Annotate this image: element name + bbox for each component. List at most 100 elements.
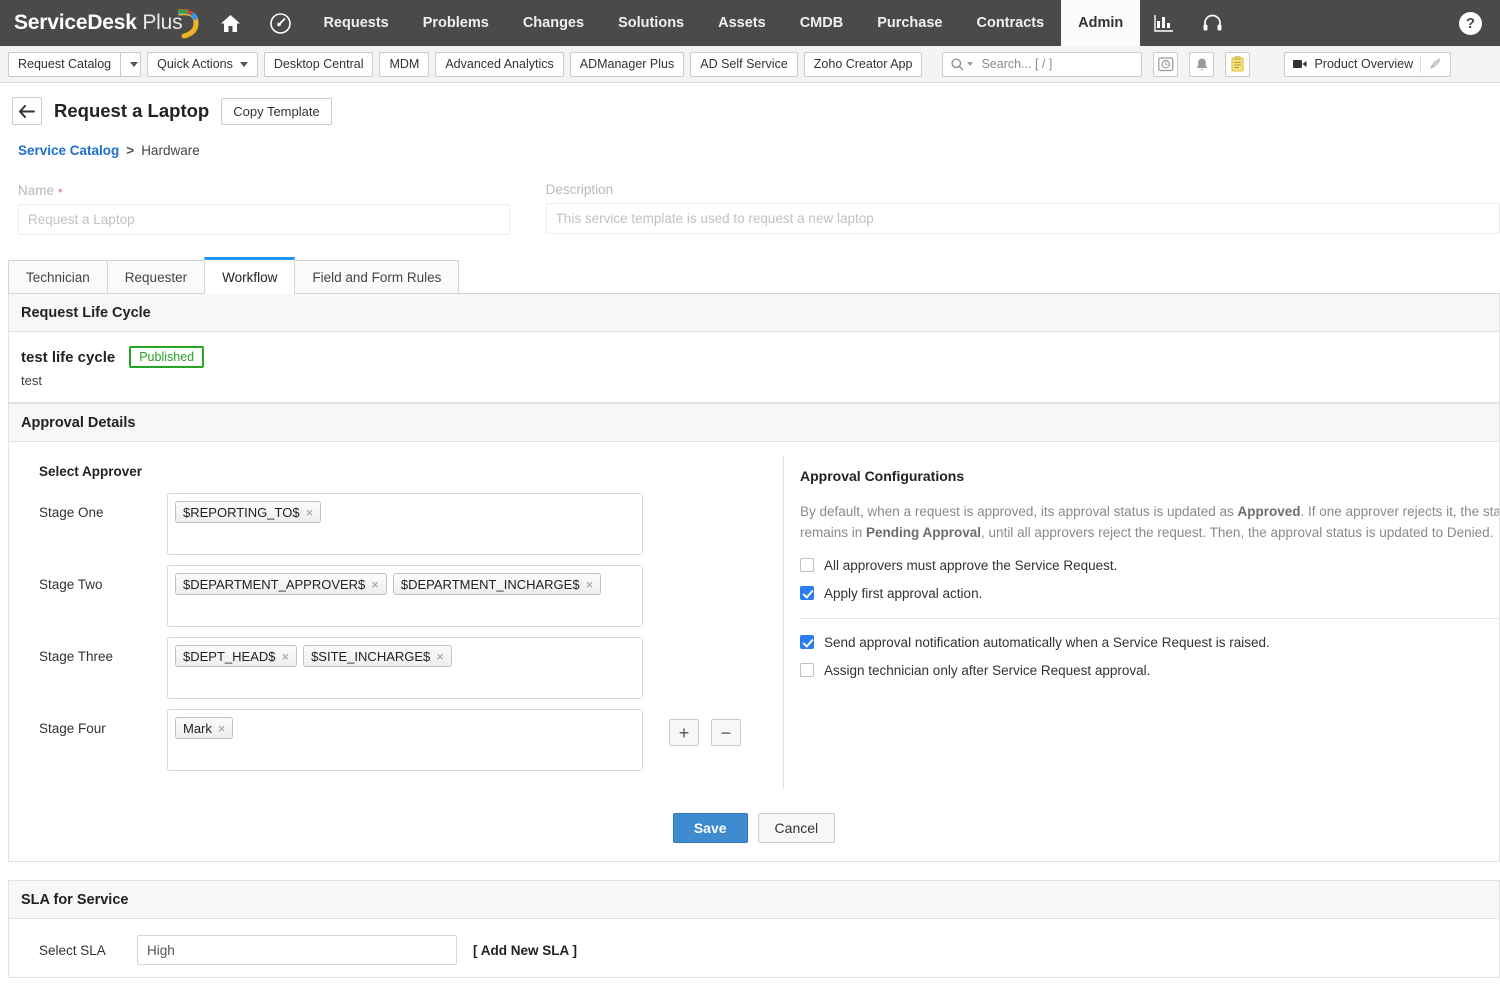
- name-field-group: Name • Request a Laptop: [18, 182, 510, 235]
- select-approver-label: Select Approver: [39, 464, 143, 479]
- chip-label: $DEPARTMENT_APPROVER$: [183, 576, 366, 592]
- advanced-analytics-button[interactable]: Advanced Analytics: [435, 51, 564, 77]
- remove-chip-icon[interactable]: ×: [586, 577, 594, 592]
- status-badge: Published: [129, 346, 205, 368]
- all-approvers-checkbox[interactable]: [800, 558, 814, 573]
- chevron-down-icon[interactable]: [120, 52, 140, 76]
- approval-details-panel: Approval Details Select Approver Stage O…: [8, 403, 1500, 862]
- apply-first-approval-label[interactable]: Apply first approval action.: [824, 586, 982, 601]
- breadcrumb: Service Catalog > Hardware: [0, 137, 1500, 158]
- select-approver-section: Select Approver Stage One $REPORTING_TO$…: [9, 442, 784, 799]
- nav-item-requests[interactable]: Requests: [306, 0, 405, 46]
- select-sla-dropdown[interactable]: High: [137, 935, 457, 965]
- description-input[interactable]: This service template is used to request…: [545, 203, 1500, 234]
- home-icon[interactable]: [206, 0, 255, 46]
- app-logo[interactable]: ServiceDesk Plus: [0, 0, 206, 46]
- help-icon[interactable]: ?: [1459, 11, 1482, 35]
- approver-chip[interactable]: $REPORTING_TO$ ×: [175, 501, 322, 523]
- mdm-button[interactable]: MDM: [379, 51, 430, 77]
- name-input[interactable]: Request a Laptop: [18, 204, 510, 235]
- nav-item-solutions[interactable]: Solutions: [601, 0, 701, 46]
- checkbox-row-send-notification[interactable]: Send approval notification automatically…: [800, 635, 1499, 650]
- assign-technician-checkbox[interactable]: [800, 663, 814, 678]
- checkbox-row-assign-technician[interactable]: Assign technician only after Service Req…: [800, 663, 1499, 678]
- search-input[interactable]: Search... [ / ]: [942, 51, 1143, 77]
- life-cycle-description: test: [21, 373, 42, 388]
- stage-row-two: Stage Two $DEPARTMENT_APPROVER$ × $DEPART…: [39, 565, 784, 627]
- approver-chip[interactable]: $DEPARTMENT_INCHARGE$ ×: [392, 573, 602, 595]
- secondary-toolbar: Request Catalog Quick Actions Desktop Ce…: [0, 46, 1500, 83]
- search-scope-chevron-icon[interactable]: [967, 62, 974, 66]
- breadcrumb-separator: >: [126, 143, 135, 158]
- cancel-button[interactable]: Cancel: [757, 813, 836, 843]
- send-notification-checkbox[interactable]: [800, 635, 814, 650]
- chip-label: $DEPT_HEAD$: [183, 648, 276, 664]
- save-button[interactable]: Save: [672, 813, 748, 843]
- tasks-clipboard-icon[interactable]: [1225, 51, 1251, 77]
- remove-chip-icon[interactable]: ×: [436, 649, 444, 664]
- nav-item-cmdb[interactable]: CMDB: [783, 0, 861, 46]
- approver-chip[interactable]: $DEPT_HEAD$ ×: [175, 645, 298, 667]
- copy-template-button[interactable]: Copy Template: [221, 97, 332, 125]
- stage-one-input[interactable]: $REPORTING_TO$ ×: [167, 493, 643, 555]
- zoho-creator-app-button[interactable]: Zoho Creator App: [803, 51, 923, 77]
- nav-item-problems[interactable]: Problems: [406, 0, 506, 46]
- remove-chip-icon[interactable]: ×: [218, 721, 226, 736]
- request-catalog-dropdown[interactable]: Request Catalog: [8, 51, 142, 77]
- product-overview-button[interactable]: Product Overview: [1284, 51, 1452, 77]
- remove-stage-button[interactable]: −: [711, 719, 741, 746]
- checkbox-row-all-approvers[interactable]: All approvers must approve the Service R…: [800, 558, 1499, 573]
- stage-two-input[interactable]: $DEPARTMENT_APPROVER$ × $DEPARTMENT_INCHA…: [167, 565, 643, 627]
- all-approvers-label[interactable]: All approvers must approve the Service R…: [824, 558, 1117, 573]
- approver-chip[interactable]: $SITE_INCHARGE$ ×: [303, 645, 452, 667]
- desktop-central-button[interactable]: Desktop Central: [263, 51, 374, 77]
- remove-chip-icon[interactable]: ×: [371, 577, 379, 592]
- add-stage-button[interactable]: +: [669, 719, 699, 746]
- approval-action-buttons: Save Cancel: [9, 799, 1499, 861]
- stage-row-three: Stage Three $DEPT_HEAD$ × $SITE_INCHARGE$…: [39, 637, 784, 699]
- nav-item-contracts[interactable]: Contracts: [959, 0, 1061, 46]
- logo-text-secondary: Plus: [142, 11, 183, 34]
- nav-item-changes[interactable]: Changes: [506, 0, 601, 46]
- approver-chip[interactable]: Mark ×: [175, 717, 234, 739]
- approval-details-body: Select Approver Stage One $REPORTING_TO$…: [9, 442, 1499, 799]
- support-headset-icon[interactable]: [1188, 0, 1237, 46]
- checkbox-row-apply-first-approval[interactable]: Apply first approval action.: [800, 586, 1499, 601]
- chevron-down-icon: [239, 61, 248, 67]
- apply-first-approval-checkbox[interactable]: [800, 586, 814, 601]
- tab-field-and-form-rules[interactable]: Field and Form Rules: [294, 260, 460, 293]
- request-life-cycle-title: Request Life Cycle: [9, 294, 1499, 332]
- assign-technician-label[interactable]: Assign technician only after Service Req…: [824, 663, 1150, 678]
- video-camera-icon: [1293, 60, 1307, 68]
- add-new-sla-link[interactable]: [ Add New SLA ]: [473, 943, 577, 958]
- nav-item-admin[interactable]: Admin: [1061, 0, 1141, 46]
- life-cycle-name[interactable]: test life cycle: [21, 349, 115, 366]
- send-notification-label[interactable]: Send approval notification automatically…: [824, 635, 1270, 650]
- remove-chip-icon[interactable]: ×: [306, 505, 314, 520]
- notifications-bell-icon[interactable]: [1189, 51, 1215, 77]
- admanager-plus-button[interactable]: ADManager Plus: [569, 51, 685, 77]
- page-header: Request a Laptop Copy Template: [0, 83, 1500, 137]
- stage-four-input[interactable]: Mark ×: [167, 709, 643, 771]
- quick-actions-dropdown[interactable]: Quick Actions: [147, 51, 258, 77]
- dashboard-gauge-icon[interactable]: [255, 0, 306, 46]
- approver-chip[interactable]: $DEPARTMENT_APPROVER$ ×: [175, 573, 387, 595]
- reports-chart-icon[interactable]: [1140, 0, 1188, 46]
- nav-item-purchase[interactable]: Purchase: [860, 0, 959, 46]
- ad-self-service-button[interactable]: AD Self Service: [690, 51, 798, 77]
- tab-technician[interactable]: Technician: [8, 260, 108, 293]
- remove-chip-icon[interactable]: ×: [281, 649, 289, 664]
- product-overview-label: Product Overview: [1314, 57, 1414, 71]
- select-sla-label: Select SLA: [39, 942, 106, 958]
- stage-three-input[interactable]: $DEPT_HEAD$ × $SITE_INCHARGE$ ×: [167, 637, 643, 699]
- template-tabs: Technician Requester Workflow Field and …: [8, 257, 1500, 294]
- recent-history-icon[interactable]: [1153, 51, 1179, 77]
- tab-workflow[interactable]: Workflow: [204, 257, 296, 294]
- request-catalog-label: Request Catalog: [18, 57, 112, 71]
- back-button[interactable]: [12, 97, 42, 125]
- nav-item-assets[interactable]: Assets: [701, 0, 783, 46]
- divider: [800, 617, 1499, 619]
- breadcrumb-service-catalog[interactable]: Service Catalog: [18, 143, 119, 158]
- chip-label: $REPORTING_TO$: [183, 504, 300, 520]
- tab-requester[interactable]: Requester: [106, 260, 206, 293]
